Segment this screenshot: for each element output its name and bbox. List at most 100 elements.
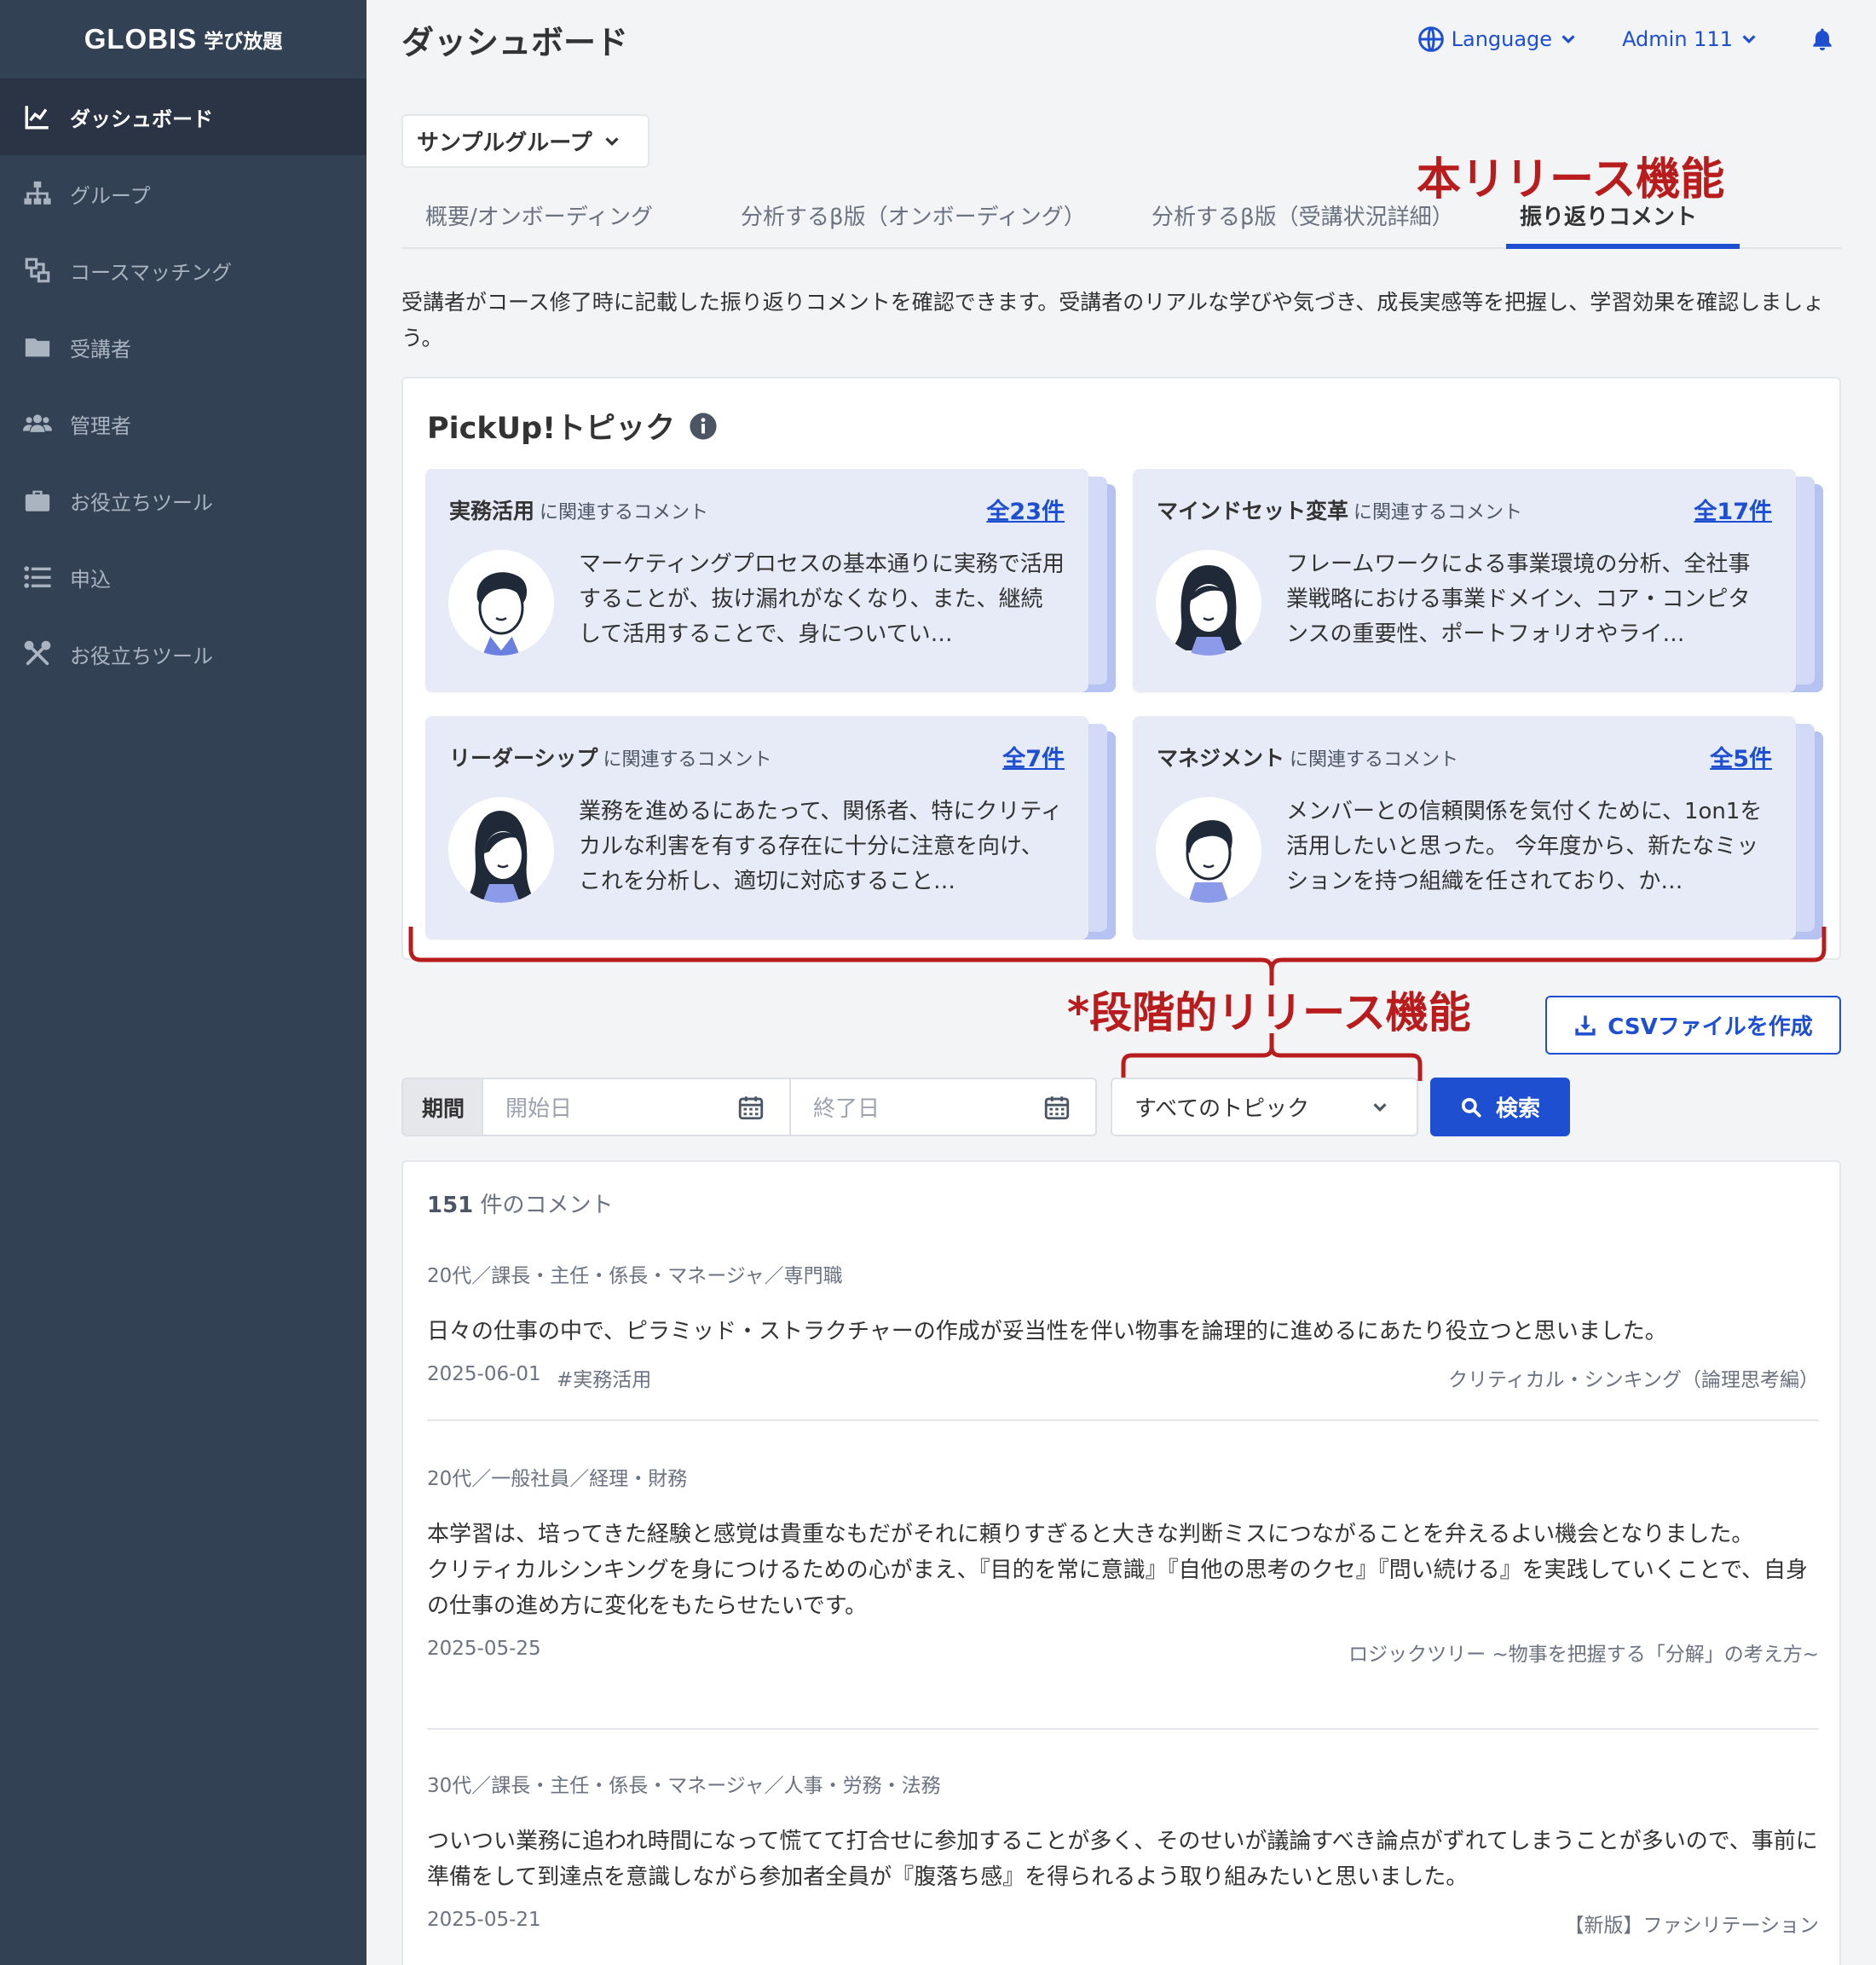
woman-avatar-icon <box>448 797 554 903</box>
man-avatar-icon <box>448 550 554 656</box>
tab-overview[interactable]: 概要/オンボーディング <box>425 199 653 231</box>
topic-card-leadership[interactable]: リーダーシップ に関連するコメント 全7件 業務を進めるにあたって、関係者、特にク… <box>425 716 1116 939</box>
comment-item: 30代／課長・主任・係長・マネージャ／人事・労務・法務 ついつい業務に追われ時間… <box>427 1769 1819 1938</box>
sidebar-item-label: お役立ちツール <box>70 490 213 515</box>
sidebar-item-course-matching[interactable]: コースマッチング <box>0 232 367 309</box>
download-icon <box>1575 1014 1596 1036</box>
topic-count-link[interactable]: 全23件 <box>986 493 1065 526</box>
tab-bar: 概要/オンボーディング 分析するβ版（オンボーディング） 分析するβ版（受講状況… <box>401 189 1841 249</box>
tab-analysis-onboarding[interactable]: 分析するβ版（オンボーディング） <box>741 199 1086 231</box>
comments-panel: 151 件のコメント 20代／課長・主任・係長・マネージャ／専門職 日々の仕事の… <box>401 1160 1841 1965</box>
topic-excerpt: フレームワークによる事業環境の分析、全社事業戦略における事業ドメイン、コア・コン… <box>1286 552 1751 647</box>
comment-body: 日々の仕事の中で、ピラミッド・ストラクチャーの作成が妥当性を伴い物事を論理的に進… <box>427 1319 1667 1344</box>
sidebar-item-application[interactable]: 申込 <box>0 539 367 616</box>
chevron-down-icon <box>1373 1102 1387 1112</box>
comment-course[interactable]: 【新版】ファシリテーション <box>1564 1909 1819 1938</box>
topic-card-management[interactable]: マネジメント に関連するコメント 全5件 メンバーとの信頼関係を気付くために、1o… <box>1133 716 1823 939</box>
topic-name: マインドセット変革 <box>1157 499 1349 523</box>
start-date-input[interactable]: 開始日 <box>482 1078 789 1136</box>
search-icon <box>1461 1097 1481 1118</box>
create-csv-label: CSVファイルを作成 <box>1608 1014 1813 1040</box>
topic-card-practical[interactable]: 実務活用 に関連するコメント 全23件 マーケティングプロセスの基本通りに実務で活… <box>425 469 1116 692</box>
comment-meta: 20代／一般社員／経理・財務 <box>427 1468 688 1490</box>
man-avatar-icon <box>1156 797 1261 903</box>
sidebar-item-group[interactable]: グループ <box>0 155 367 232</box>
tab-analysis-detail[interactable]: 分析するβ版（受講状況詳細） <box>1152 199 1454 231</box>
page-description: 受講者がコース修了時に記載した振り返りコメントを確認できます。受講者のリアルな学… <box>401 290 1825 350</box>
comment-tag[interactable]: #実務活用 <box>557 1363 651 1392</box>
topic-excerpt: メンバーとの信頼関係を気付くために、1on1を活用したいと思った。 今年度から、… <box>1286 799 1763 894</box>
comment-date: 2025-05-21 <box>427 1909 541 1931</box>
topic-count-link[interactable]: 全5件 <box>1710 740 1772 773</box>
create-csv-button[interactable]: CSVファイルを作成 <box>1545 996 1841 1055</box>
divider <box>427 1728 1819 1730</box>
tools-icon <box>22 639 53 669</box>
topic-name: 実務活用 <box>449 499 535 523</box>
period-label: 期間 <box>401 1078 483 1136</box>
group-select[interactable]: サンプルグループ <box>401 114 649 168</box>
sidebar-item-dashboard[interactable]: ダッシュボード <box>0 78 367 155</box>
topic-count-link[interactable]: 全17件 <box>1694 493 1772 526</box>
chart-line-icon <box>22 101 53 132</box>
page-title: ダッシュボード <box>401 23 629 61</box>
logo[interactable]: GLOBIS 学び放題 <box>0 0 367 78</box>
comment-count-suffix: 件のコメント <box>473 1193 614 1218</box>
chevron-down-icon <box>605 136 619 146</box>
users-icon <box>22 408 53 439</box>
comment-meta: 20代／課長・主任・係長・マネージャ／専門職 <box>427 1265 843 1287</box>
end-date-input[interactable]: 終了日 <box>789 1078 1097 1136</box>
sidebar-item-label: 受講者 <box>70 337 131 361</box>
comment-course[interactable]: ロジックツリー ~物事を把握する「分解」の考え方~ <box>1348 1638 1819 1667</box>
group-select-value: サンプルグループ <box>417 130 592 156</box>
sitemap-icon <box>22 178 53 209</box>
user-menu[interactable]: Admin 111 <box>1622 27 1765 51</box>
sidebar-item-learners[interactable]: 受講者 <box>0 309 367 385</box>
calendar-icon[interactable] <box>736 1093 765 1122</box>
user-label: Admin 111 <box>1622 27 1733 51</box>
calendar-icon[interactable] <box>1042 1093 1071 1122</box>
pickup-title-text: PickUp!トピック <box>427 412 676 446</box>
comment-course[interactable]: クリティカル・シンキング（論理思考編） <box>1448 1363 1819 1392</box>
topic-suffix: に関連するコメント <box>1290 749 1459 771</box>
main-content: ダッシュボード Language Admin 111 サンプルグループ 本リリー… <box>367 0 1876 1965</box>
sidebar-item-label: お役立ちツール <box>70 644 213 668</box>
topic-card-heading: マインドセット変革 に関連するコメント <box>1157 494 1522 525</box>
comment-item: 20代／一般社員／経理・財務 本学習は、培ってきた経験と感覚は貴重なもだがそれに… <box>427 1462 1819 1667</box>
sidebar-item-label: グループ <box>70 183 151 208</box>
topic-suffix: に関連するコメント <box>1354 502 1523 523</box>
comment-item: 20代／課長・主任・係長・マネージャ／専門職 日々の仕事の中で、ピラミッド・スト… <box>427 1259 1819 1392</box>
comment-meta: 30代／課長・主任・係長・マネージャ／人事・労務・法務 <box>427 1775 941 1797</box>
comment-date: 2025-06-01 <box>427 1363 541 1385</box>
chevron-down-icon <box>1742 35 1756 44</box>
topic-suffix: に関連するコメント <box>603 749 772 771</box>
sidebar-item-tools-2[interactable]: お役立ちツール <box>0 616 367 692</box>
topic-card-heading: マネジメント に関連するコメント <box>1157 742 1458 772</box>
comment-body: ついつい業務に追われ時間になって慌てて打合せに参加することが多く、そのせいが議論… <box>427 1829 1818 1890</box>
notification-button[interactable] <box>1803 26 1842 53</box>
topic-card-mindset[interactable]: マインドセット変革 に関連するコメント 全17件 フレームワークによる事業環境の分… <box>1133 469 1823 692</box>
topic-excerpt: マーケティングプロセスの基本通りに実務で活用することが、抜け漏れがなくなり、また… <box>579 552 1065 647</box>
topic-card-heading: リーダーシップ に関連するコメント <box>449 742 772 772</box>
topic-name: マネジメント <box>1157 746 1285 771</box>
topic-select[interactable]: すべてのトピック <box>1111 1078 1418 1136</box>
tab-reflection-comments[interactable]: 振り返りコメント <box>1520 199 1697 231</box>
topic-count-link[interactable]: 全7件 <box>1002 740 1065 773</box>
comment-count-number: 151 <box>427 1193 474 1218</box>
header: ダッシュボード Language Admin 111 <box>367 0 1876 78</box>
sidebar-item-tools[interactable]: お役立ちツール <box>0 462 367 539</box>
briefcase-icon <box>22 485 53 516</box>
sidebar-item-label: ダッシュボード <box>70 107 213 131</box>
staged-release-annotation: *段階的リリース機能 <box>1067 988 1471 1037</box>
bell-icon <box>1813 28 1832 51</box>
language-label: Language <box>1451 27 1553 51</box>
logo-sub: 学び放題 <box>204 31 283 53</box>
topic-name: リーダーシップ <box>449 746 598 771</box>
language-menu[interactable]: Language <box>1411 26 1584 53</box>
sidebar-item-admins[interactable]: 管理者 <box>0 385 367 462</box>
search-button[interactable]: 検索 <box>1430 1078 1570 1136</box>
sidebar-item-label: コースマッチング <box>70 260 233 285</box>
logo-brand: GLOBIS <box>84 23 198 55</box>
topic-suffix: に関連するコメント <box>540 502 709 523</box>
globe-icon <box>1417 26 1444 52</box>
info-icon[interactable] <box>689 412 718 441</box>
